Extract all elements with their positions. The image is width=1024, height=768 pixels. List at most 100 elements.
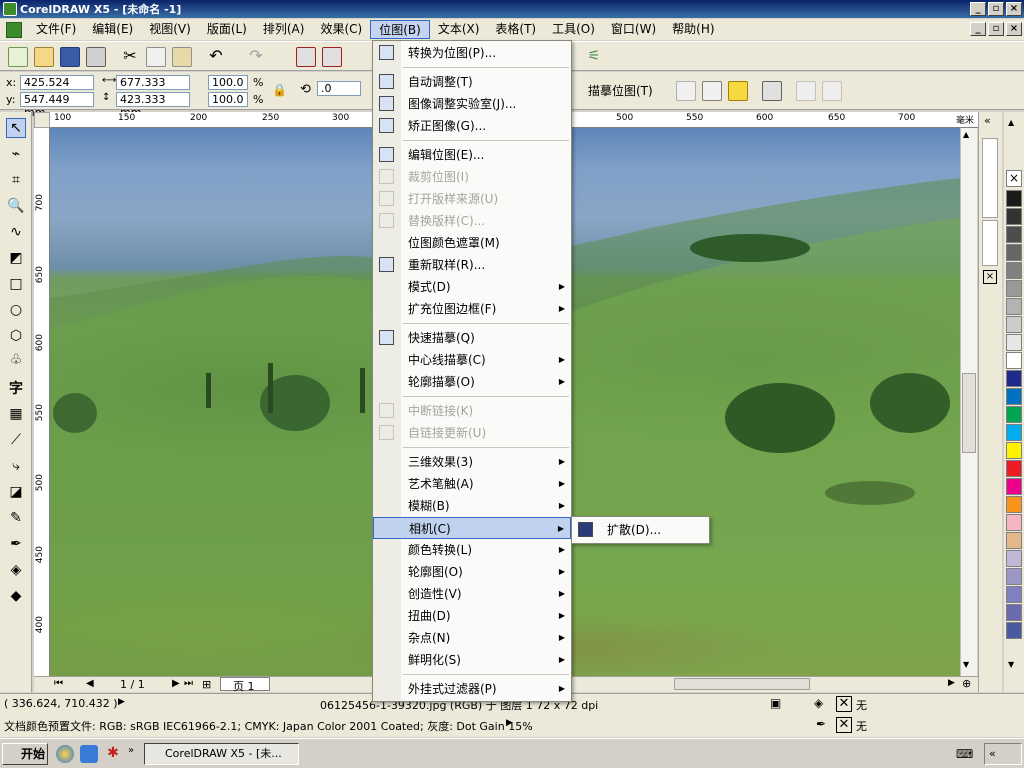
menu-item[interactable]: 扩充位图边框(F) ▶ [373,298,571,320]
blend-tool-icon[interactable]: ◪ [6,484,26,504]
color-swatch[interactable] [1006,586,1022,603]
menu-arrange[interactable]: 排列(A) [255,20,313,39]
undo-icon[interactable]: ↶ [206,47,226,67]
docker-collapse-icon[interactable]: « [984,114,991,127]
doc-restore-button[interactable]: ▫ [988,22,1004,36]
menu-view[interactable]: 视图(V) [141,20,199,39]
copy-icon[interactable] [146,47,166,67]
color-swatch[interactable] [1006,532,1022,549]
menu-item[interactable]: 轮廓描摹(O) ▶ [373,371,571,393]
color-proof-icon[interactable]: ▣ [770,696,781,710]
object-manager-tab[interactable] [982,138,998,218]
rotation-angle-field[interactable]: .0 [317,81,361,96]
table-tool-icon[interactable]: ▦ [6,406,26,426]
bitmap-color-mask-tool-icon[interactable] [728,81,748,101]
scrollbar-thumb[interactable] [962,373,976,453]
eyedropper-tool-icon[interactable]: ✎ [6,510,26,530]
ellipse-tool-icon[interactable]: ○ [6,302,26,322]
chrome-icon[interactable] [56,745,74,763]
color-swatch[interactable] [1006,622,1022,639]
color-swatch[interactable] [1006,370,1022,387]
scroll-right-icon[interactable]: ▶ [948,678,955,688]
ruler-corner[interactable] [34,112,50,128]
rectangle-tool-icon[interactable]: □ [6,276,26,296]
trace-bitmap-button[interactable]: 描摹位图(T) [574,82,653,99]
menu-item[interactable]: 鲜明化(S) ▶ [373,649,571,671]
menu-item[interactable]: 模糊(B) ▶ [373,495,571,517]
close-button[interactable]: × [1006,2,1022,16]
bitmap-edit-tool-icon[interactable] [702,81,722,101]
menu-item[interactable]: 相机(C) ▶ [373,517,571,539]
keyboard-tray-icon[interactable]: ⌨ [956,747,973,761]
menu-edit[interactable]: 编辑(E) [84,20,141,39]
redo-icon[interactable]: ↷ [246,47,266,67]
print-icon[interactable] [86,47,106,67]
no-color-swatch[interactable]: × [1006,170,1022,187]
minimize-button[interactable]: _ [970,2,986,16]
maximize-button[interactable]: ▫ [988,2,1004,16]
menu-item[interactable]: 颜色转换(L) ▶ [373,539,571,561]
menu-item[interactable]: 中心线描摹(C) ▶ [373,349,571,371]
docker-close-icon[interactable]: × [983,270,997,284]
to-front-icon[interactable] [796,81,816,101]
menu-item[interactable]: 轮廓图(O) ▶ [373,561,571,583]
crop-tool-icon[interactable]: ⌗ [6,172,26,192]
menu-tools[interactable]: 工具(O) [544,20,603,39]
menu-item[interactable]: 三维效果(3) ▶ [373,451,571,473]
width-field[interactable]: 677.333 mm [116,75,190,102]
y-position-field[interactable]: 547.449 mm [20,92,94,119]
vertical-ruler[interactable]: 700 650 600 550 500 450 400 [34,128,50,676]
submenu-item-diffuse[interactable]: 扩散(D)... [572,519,709,541]
polygon-tool-icon[interactable]: ⬡ [6,328,26,348]
connector-tool-icon[interactable]: ⤷ [6,458,26,478]
document-icon[interactable] [6,21,22,38]
last-page-icon[interactable]: ⏭ [184,678,193,689]
color-swatch[interactable] [1006,478,1022,495]
menu-help[interactable]: 帮助(H) [664,20,722,39]
menu-item[interactable]: 转换为位图(P)... [373,42,571,64]
quicklaunch-app-icon[interactable]: ✱ [104,745,122,763]
scale-x-field[interactable]: 100.0 [208,75,248,90]
scroll-up-icon[interactable]: ▲ [963,130,969,139]
menu-text[interactable]: 文本(X) [430,20,488,39]
freehand-tool-icon[interactable]: ∿ [6,224,26,244]
profiles-expand-icon[interactable]: ▶ [506,718,513,728]
menu-item[interactable]: 自动调整(T) [373,71,571,93]
menu-effects[interactable]: 效果(C) [312,20,370,39]
ie-icon[interactable] [80,745,98,763]
height-field[interactable]: 423.333 mm [116,92,190,119]
paste-icon[interactable] [172,47,192,67]
vertical-scrollbar[interactable]: ▲ ▼ [960,128,977,676]
first-page-icon[interactable]: ⏮ [54,678,63,689]
x-position-field[interactable]: 425.524 mm [20,75,94,102]
dimension-tool-icon[interactable]: ⟋ [6,432,26,452]
color-swatch[interactable] [1006,334,1022,351]
hints-tab[interactable] [982,220,998,266]
fill-none-swatch[interactable]: ✕ [836,696,852,712]
color-swatch[interactable] [1006,388,1022,405]
color-swatch[interactable] [1006,514,1022,531]
outline-pen-tool-icon[interactable]: ✒ [6,536,26,556]
color-swatch[interactable] [1006,460,1022,477]
start-button[interactable]: 开始 [2,743,48,765]
menu-item[interactable]: 编辑位图(E)... [373,144,571,166]
basic-shapes-tool-icon[interactable]: ♧ [6,352,26,372]
crop-bitmap-tool-icon[interactable] [676,81,696,101]
smart-fill-tool-icon[interactable]: ◩ [6,250,26,270]
to-back-icon[interactable] [822,81,842,101]
quicklaunch-more-icon[interactable]: » [128,745,134,756]
color-swatch[interactable] [1006,406,1022,423]
next-page-icon[interactable]: ▶ [172,678,180,689]
page-tab[interactable]: 页 1 [220,677,270,693]
menu-item[interactable]: 外挂式过滤器(P) ▶ [373,678,571,700]
menu-item[interactable]: 位图颜色遮罩(M) [373,232,571,254]
menu-item[interactable]: 创造性(V) ▶ [373,583,571,605]
scale-y-field[interactable]: 100.0 [208,92,248,107]
text-tool-icon[interactable]: 字 [6,378,26,398]
open-folder-icon[interactable] [34,47,54,67]
menu-item[interactable]: 杂点(N) ▶ [373,627,571,649]
menu-table[interactable]: 表格(T) [487,20,544,39]
menu-item[interactable]: 扭曲(D) ▶ [373,605,571,627]
menu-layout[interactable]: 版面(L) [199,20,255,39]
palette-scroll-up-icon[interactable]: ▲ [1008,118,1014,127]
